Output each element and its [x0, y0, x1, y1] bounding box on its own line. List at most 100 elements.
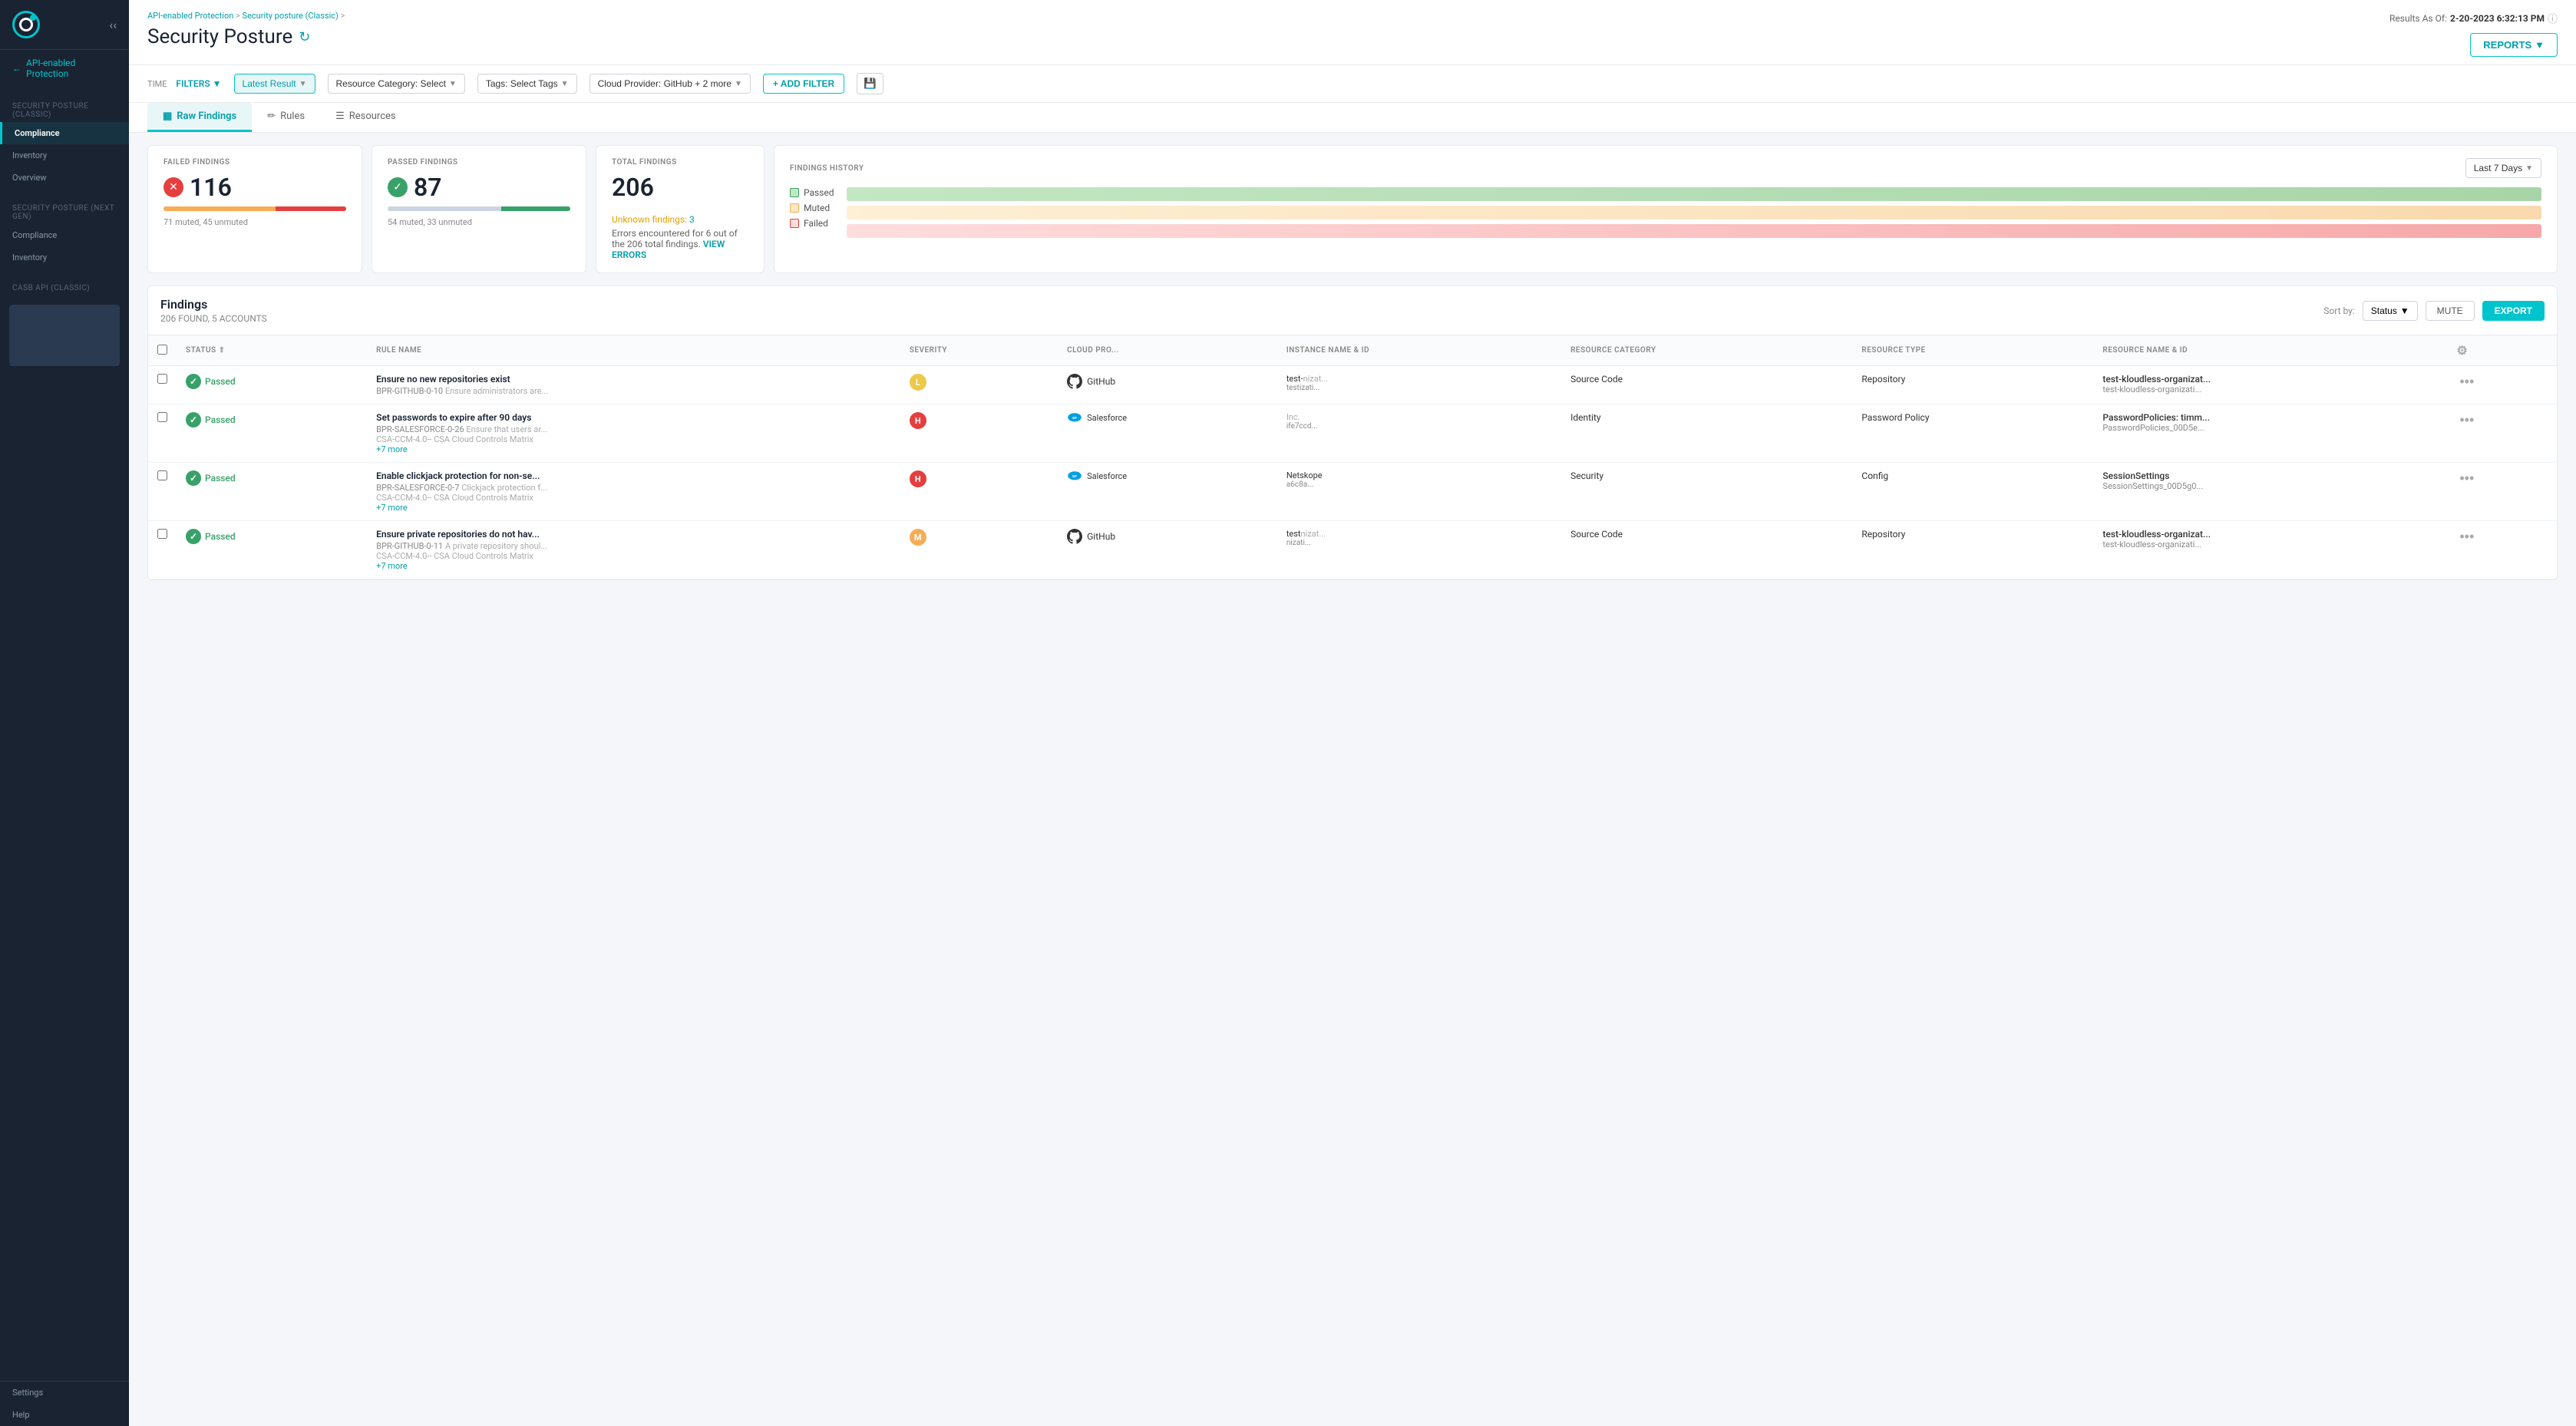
- sidebar-item-help[interactable]: Help: [0, 1404, 129, 1426]
- breadcrumb-separator2: >: [341, 11, 345, 21]
- findings-count: 206 FOUND, 5 ACCOUNTS: [160, 313, 267, 324]
- row-checkbox-cell[interactable]: [148, 404, 177, 463]
- resource-category-label: Resource Category: Select: [336, 78, 446, 89]
- th-resource-type[interactable]: RESOURCE TYPE: [1852, 335, 2093, 366]
- resource-category-dropdown[interactable]: Resource Category: Select ▼: [328, 74, 465, 94]
- th-status-sort-icon: ⬆: [219, 346, 226, 355]
- tab-raw-findings[interactable]: ▦ Raw Findings: [147, 103, 252, 132]
- rule-name-text: Enable clickjack protection for non-se..…: [376, 470, 891, 481]
- column-settings-icon[interactable]: ⚙: [2456, 343, 2468, 358]
- row-actions-cell[interactable]: •••: [2447, 463, 2557, 521]
- sidebar-item-inventory2[interactable]: Inventory: [0, 246, 129, 269]
- unknown-count[interactable]: 3: [689, 214, 695, 225]
- passed-findings-card: PASSED FINDINGS ✓ 87 54 muted, 33 unmute…: [372, 145, 586, 273]
- passed-label: PASSED FINDINGS: [388, 158, 570, 167]
- status-badge: ✓ Passed: [186, 470, 236, 486]
- passed-icon: ✓: [388, 177, 408, 197]
- rule-name-text: Ensure private repositories do not hav..…: [376, 529, 891, 540]
- row-actions-cell[interactable]: •••: [2447, 366, 2557, 404]
- breadcrumb-api[interactable]: API-enabled Protection: [147, 11, 233, 21]
- reports-button[interactable]: REPORTS ▼: [2470, 33, 2558, 57]
- row-more-actions-button[interactable]: •••: [2456, 374, 2477, 390]
- row-checkbox-3[interactable]: [157, 529, 167, 539]
- rule-code: BPR-SALESFORCE-0-7 Clickjack protection …: [376, 483, 891, 493]
- sidebar-back-button[interactable]: ← API-enabled Protection: [0, 50, 129, 87]
- row-actions-cell[interactable]: •••: [2447, 404, 2557, 463]
- sidebar-item-overview[interactable]: Overview: [0, 167, 129, 189]
- save-icon: 💾: [864, 78, 877, 89]
- add-filter-button[interactable]: + ADD FILTER: [763, 74, 844, 94]
- tags-dropdown[interactable]: Tags: Select Tags ▼: [477, 74, 577, 94]
- sidebar-item-compliance2[interactable]: Compliance: [0, 224, 129, 246]
- th-rule-name[interactable]: RULE NAME: [367, 335, 900, 366]
- status-icon: ✓: [186, 470, 201, 486]
- main-content-area: FAILED FINDINGS ✕ 116 71 muted, 45 unmut…: [129, 133, 2576, 1426]
- refresh-icon[interactable]: ↻: [299, 29, 310, 45]
- rule-more-link[interactable]: +7 more: [376, 561, 891, 571]
- row-checkbox-2[interactable]: [157, 470, 167, 480]
- resource-category-cell: Identity: [1561, 404, 1852, 463]
- status-icon: ✓: [186, 412, 201, 427]
- page-header: API-enabled Protection > Security postur…: [129, 0, 2576, 65]
- cloud-provider-dropdown[interactable]: Cloud Provider: GitHub + 2 more ▼: [590, 74, 751, 94]
- th-select-all[interactable]: [148, 335, 177, 366]
- chart-passed-line: [847, 187, 2541, 201]
- mute-button[interactable]: MUTE: [2426, 301, 2475, 321]
- resource-name: test-kloudless-organizat...: [2102, 529, 2438, 540]
- row-checkbox-1[interactable]: [157, 412, 167, 422]
- row-checkbox-cell[interactable]: [148, 521, 177, 579]
- row-checkbox-0[interactable]: [157, 374, 167, 384]
- th-cloud-provider[interactable]: CLOUD PRO...: [1058, 335, 1277, 366]
- select-all-checkbox[interactable]: [157, 345, 167, 355]
- table-header-row: STATUS ⬆ RULE NAME SEVERITY CLOUD PRO...…: [148, 335, 2557, 366]
- resource-name: PasswordPolicies: timm...: [2102, 412, 2438, 423]
- rule-desc: Clickjack protection f...: [461, 483, 547, 493]
- table-row: ✓ Passed Ensure private repositories do …: [148, 521, 2557, 579]
- export-button[interactable]: EXPORT: [2482, 301, 2545, 321]
- filters-button[interactable]: FILTERS ▼: [176, 78, 221, 89]
- th-settings[interactable]: ⚙: [2447, 335, 2557, 366]
- legend-failed: Failed: [790, 218, 834, 229]
- instance-name: test-nizat...: [1286, 374, 1552, 384]
- history-time-caret: ▼: [2525, 164, 2533, 173]
- sidebar-collapse-button[interactable]: ‹‹: [109, 18, 117, 32]
- history-time-range-dropdown[interactable]: Last 7 Days ▼: [2465, 158, 2541, 178]
- row-more-actions-button[interactable]: •••: [2456, 529, 2477, 545]
- latest-result-dropdown[interactable]: Latest Result ▼: [234, 74, 315, 94]
- save-filter-button[interactable]: 💾: [857, 73, 883, 94]
- row-more-actions-button[interactable]: •••: [2456, 412, 2477, 428]
- th-severity[interactable]: SEVERITY: [900, 335, 1058, 366]
- tab-rules[interactable]: ✏ Rules: [252, 103, 320, 132]
- rule-name-cell: Ensure private repositories do not hav..…: [367, 521, 900, 579]
- sidebar-item-compliance[interactable]: Compliance: [0, 122, 129, 144]
- sidebar-item-settings[interactable]: Settings: [0, 1381, 129, 1404]
- th-resource-category[interactable]: RESOURCE CATEGORY: [1561, 335, 1852, 366]
- tabs-bar: ▦ Raw Findings ✏ Rules ☰ Resources: [129, 103, 2576, 133]
- rule-name-text: Ensure no new repositories exist: [376, 374, 891, 385]
- latest-result-label: Latest Result: [243, 78, 296, 89]
- instance-name: Netskope: [1286, 470, 1552, 480]
- sidebar-item-inventory[interactable]: Inventory: [0, 144, 129, 167]
- cloud-provider-caret: ▼: [735, 80, 742, 88]
- breadcrumb-posture[interactable]: Security posture (Classic): [243, 11, 339, 21]
- row-checkbox-cell[interactable]: [148, 463, 177, 521]
- row-checkbox-cell[interactable]: [148, 366, 177, 404]
- instance-id: a6c8a...: [1286, 480, 1552, 489]
- rule-more-link[interactable]: +7 more: [376, 444, 891, 454]
- info-icon[interactable]: ⓘ: [2548, 11, 2558, 25]
- sort-dropdown[interactable]: Status ▼: [2363, 301, 2418, 321]
- legend-muted: Muted: [790, 203, 834, 213]
- row-more-actions-button[interactable]: •••: [2456, 470, 2477, 487]
- tab-resources[interactable]: ☰ Resources: [320, 103, 411, 132]
- th-status[interactable]: STATUS ⬆: [177, 335, 367, 366]
- filters-label-text: FILTERS: [176, 78, 210, 89]
- main-content: API-enabled Protection > Security postur…: [129, 0, 2576, 1426]
- unknown-findings: Unknown findings: 3: [612, 214, 748, 225]
- error-text: Errors encountered for 6 out of the 206 …: [612, 228, 748, 260]
- rule-more-link[interactable]: +7 more: [376, 503, 891, 513]
- row-actions-cell[interactable]: •••: [2447, 521, 2557, 579]
- instance-id: ife7ccd...: [1286, 422, 1552, 431]
- th-resource-name[interactable]: RESOURCE NAME & ID: [2093, 335, 2447, 366]
- th-instance-name[interactable]: INSTANCE NAME & ID: [1277, 335, 1561, 366]
- cloud-cell: SFSalesforce: [1067, 412, 1268, 423]
